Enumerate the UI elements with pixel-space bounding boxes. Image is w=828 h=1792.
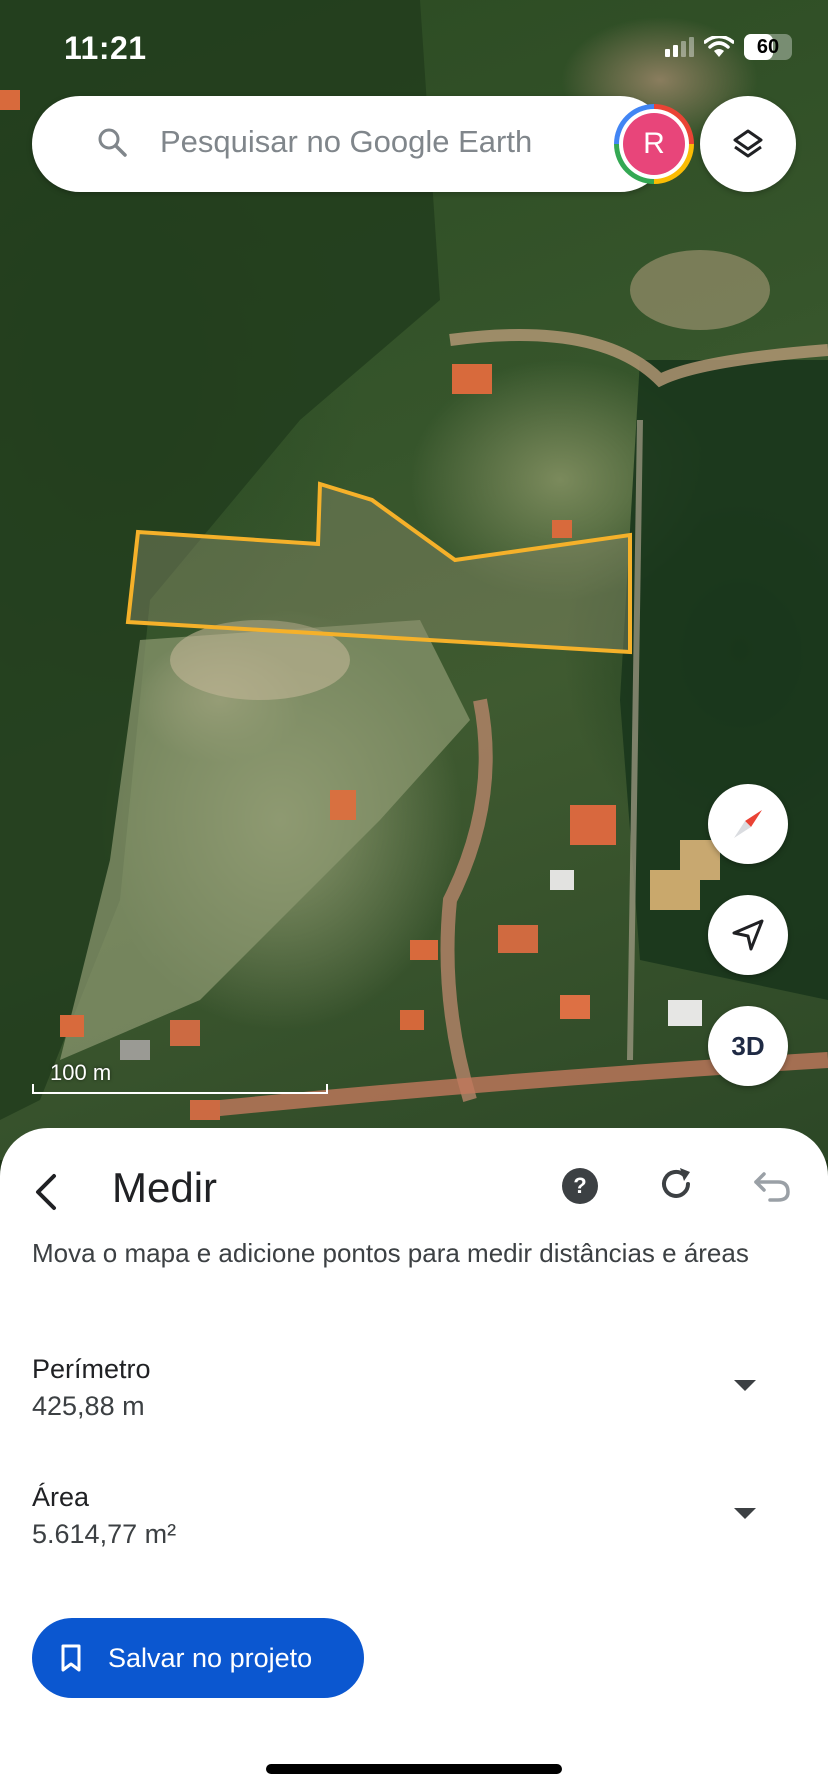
status-time: 11:21 <box>64 30 147 66</box>
search-input[interactable]: Pesquisar no Google Earth <box>160 124 532 160</box>
avatar-letter: R <box>623 113 685 175</box>
my-location-button[interactable] <box>708 895 788 975</box>
roof <box>668 1000 702 1026</box>
roof <box>570 805 616 845</box>
roof <box>400 1010 424 1030</box>
perimeter-label: Perímetro <box>32 1354 151 1384</box>
perimeter-value: 425,88 m <box>32 1391 145 1421</box>
navigation-arrow-icon <box>732 919 764 951</box>
help-icon: ? <box>573 1173 587 1198</box>
roof <box>60 1015 84 1037</box>
scale-bar <box>32 1084 328 1094</box>
search-icon <box>98 128 127 157</box>
compass-icon <box>734 810 762 838</box>
wifi-icon <box>704 36 734 57</box>
satellite-map[interactable]: 11:21 60 Pesquisar no Google Earth R 3D … <box>0 0 828 1160</box>
perimeter-row[interactable]: Perímetro 425,88 m <box>32 1354 792 1422</box>
dropdown-arrow-icon[interactable] <box>734 1508 756 1519</box>
dropdown-arrow-icon[interactable] <box>734 1380 756 1391</box>
roof <box>0 90 20 110</box>
home-indicator[interactable] <box>266 1764 562 1774</box>
search-bar[interactable]: Pesquisar no Google Earth R <box>32 96 694 192</box>
layers-button[interactable] <box>700 96 796 192</box>
roof <box>452 364 492 394</box>
bookmark-icon <box>61 1644 81 1672</box>
roof <box>550 870 574 890</box>
measure-sheet: Medir ? Mova o mapa e adicione pontos pa… <box>0 1128 828 1792</box>
3d-toggle-button[interactable]: 3D <box>708 1006 788 1086</box>
area-value: 5.614,77 m² <box>32 1519 177 1549</box>
layers-icon <box>733 129 763 158</box>
save-label: Salvar no projeto <box>108 1642 313 1673</box>
instructions-text: Mova o mapa e adicione pontos para medir… <box>32 1238 749 1268</box>
compass-button[interactable] <box>708 784 788 864</box>
sand-patch <box>630 250 770 330</box>
sheet-title: Medir <box>112 1164 218 1211</box>
roof <box>170 1020 200 1046</box>
area-row[interactable]: Área 5.614,77 m² <box>32 1482 792 1550</box>
roof <box>560 995 590 1019</box>
roof <box>410 940 438 960</box>
help-button[interactable]: ? <box>562 1168 598 1204</box>
signal-icon <box>665 37 694 57</box>
refresh-button[interactable] <box>656 1164 696 1204</box>
battery-icon: 60 <box>744 34 792 60</box>
avatar[interactable]: R <box>614 104 694 184</box>
roof <box>330 790 356 820</box>
battery-level: 60 <box>756 35 780 58</box>
save-to-project-button[interactable]: Salvar no projeto <box>32 1618 364 1698</box>
dirt-road <box>440 698 493 1103</box>
roof <box>120 1040 150 1060</box>
chevron-left-icon <box>36 1174 56 1210</box>
back-button[interactable] <box>26 1164 66 1220</box>
roof <box>190 1100 220 1120</box>
roof <box>552 520 572 538</box>
area-label: Área <box>32 1482 90 1512</box>
status-icons: 60 <box>665 34 792 60</box>
undo-button[interactable] <box>752 1166 792 1206</box>
roof <box>498 925 538 953</box>
scale-label: 100 m <box>50 1060 112 1085</box>
